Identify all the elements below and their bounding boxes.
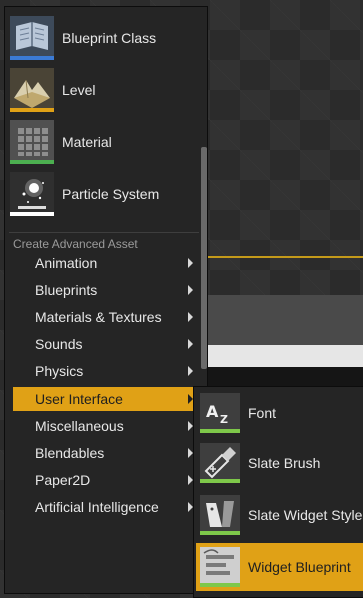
menu-item-artificial-intelligence[interactable]: Artificial Intelligence [13,495,199,519]
menu-item-label: Material [62,134,112,150]
font-icon: A Z [200,393,240,433]
slate-widget-style-icon [200,495,240,535]
menu-item-label: Slate Brush [248,455,321,471]
widget-blueprint-icon [200,547,240,587]
chevron-right-icon [188,258,193,268]
material-icon [10,120,54,164]
blueprint-class-icon [10,16,54,60]
menu-item-sounds[interactable]: Sounds [13,332,199,356]
menu-item-slate-brush[interactable]: Slate Brush [196,439,363,487]
menu-item-label: Paper2D [35,472,91,488]
svg-text:Z: Z [220,413,228,426]
menu-item-slate-widget-style[interactable]: Slate Widget Style [196,491,363,539]
level-icon [10,68,54,112]
menu-item-material[interactable]: Material [10,118,198,166]
user-interface-submenu: A Z Font Slate Brush Slate Widget Style … [193,386,363,598]
section-header-advanced: Create Advanced Asset [13,237,138,251]
svg-text:A: A [206,402,219,421]
particle-system-icon [10,172,54,216]
menu-item-particle-system[interactable]: Particle System [10,170,198,218]
menu-item-user-interface[interactable]: User Interface [13,387,199,411]
menu-item-label: Blueprint Class [62,30,157,46]
section-divider [9,232,199,233]
menu-item-label: Miscellaneous [35,418,124,434]
menu-item-label: Level [62,82,96,98]
chevron-right-icon [188,339,193,349]
menu-item-label: Blendables [35,445,105,461]
viewport-panel-dark [205,367,363,387]
menu-item-label: Animation [35,255,98,271]
chevron-right-icon [188,312,193,322]
viewport-panel [205,295,363,345]
menu-item-label: Materials & Textures [35,309,162,325]
menu-item-label: Slate Widget Style [248,507,363,523]
chevron-right-icon [188,366,193,376]
menu-item-blueprints[interactable]: Blueprints [13,278,199,302]
menu-item-blueprint-class[interactable]: Blueprint Class [10,14,198,62]
create-asset-menu: Blueprint Class Level Material Particle … [4,6,208,594]
menu-item-physics[interactable]: Physics [13,359,199,383]
menu-item-label: Widget Blueprint [248,559,351,575]
viewport-panel-light [205,345,363,367]
viewport-highlight-line [205,256,363,258]
slate-brush-icon [200,443,240,483]
menu-item-widget-blueprint[interactable]: Widget Blueprint [196,543,363,591]
menu-item-label: Particle System [62,186,160,202]
menu-item-miscellaneous[interactable]: Miscellaneous [13,414,199,438]
chevron-right-icon [188,285,193,295]
menu-item-level[interactable]: Level [10,66,198,114]
menu-item-animation[interactable]: Animation [13,251,199,275]
menu-item-label: Physics [35,363,84,379]
menu-item-paper2d[interactable]: Paper2D [13,468,199,492]
menu-item-label: Sounds [35,336,83,352]
menu-item-label: Artificial Intelligence [35,499,159,515]
menu-scrollbar[interactable] [201,147,207,369]
menu-item-blendables[interactable]: Blendables [13,441,199,465]
menu-item-font[interactable]: A Z Font [196,389,363,437]
menu-item-label: Font [248,405,277,421]
menu-item-label: Blueprints [35,282,98,298]
menu-item-label: User Interface [35,391,123,407]
menu-item-materials-textures[interactable]: Materials & Textures [13,305,199,329]
